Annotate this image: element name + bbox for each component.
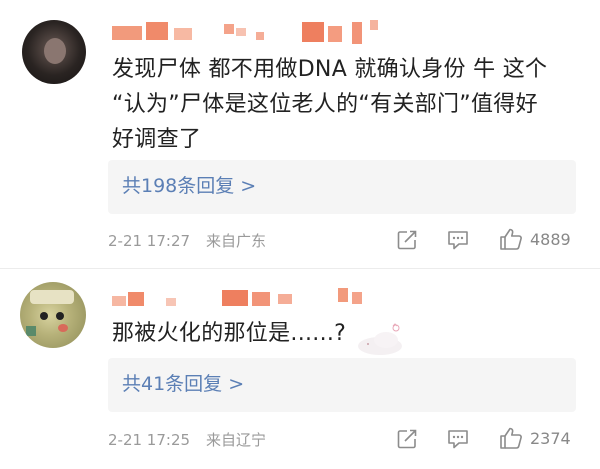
comment-time: 2-21 17:25 (108, 431, 191, 449)
share-icon[interactable] (396, 428, 418, 450)
comment-text: 发现尸体 都不用做DNA 就确认身份 牛 这个 “认为”尸体是这位老人的“有关部… (112, 52, 547, 157)
divider (0, 268, 600, 269)
thumbs-up-icon[interactable] (498, 425, 524, 451)
reply-summary-box[interactable]: 共41条回复 > (108, 358, 576, 412)
comment-time: 2-21 17:27 (108, 232, 191, 250)
view-replies-link[interactable]: 共198条回复 > (122, 172, 256, 200)
username-blurred[interactable] (112, 18, 402, 48)
thumbs-up-icon[interactable] (498, 226, 524, 252)
comment-line: 发现尸体 都不用做DNA 就确认身份 牛 这个 (112, 57, 548, 82)
comment-location: 来自广东 (206, 232, 267, 250)
reply-summary-box[interactable]: 共198条回复 > (108, 160, 576, 214)
comment-line: “认为”尸体是这位老人的“有关部门”值得好 (112, 92, 538, 117)
comment-item: 发现尸体 都不用做DNA 就确认身份 牛 这个 “认为”尸体是这位老人的“有关部… (0, 0, 600, 262)
avatar[interactable] (22, 20, 86, 84)
like-count: 2374 (530, 429, 571, 448)
comment-icon[interactable] (446, 428, 470, 450)
sticker-decoration (358, 323, 402, 355)
avatar[interactable] (20, 282, 86, 348)
comment-line: 好调查了 (112, 127, 202, 152)
comment-icon[interactable] (446, 229, 470, 251)
comment-item: 那被火化的那位是......? 共41条回复 > 2-21 17:25 来自辽宁… (0, 270, 600, 469)
username-blurred[interactable] (112, 286, 372, 314)
comment-location: 来自辽宁 (206, 431, 267, 449)
view-replies-link[interactable]: 共41条回复 > (122, 370, 244, 398)
comment-line: 那被火化的那位是......? (112, 321, 347, 346)
comment-text: 那被火化的那位是......? (112, 316, 346, 351)
share-icon[interactable] (396, 229, 418, 251)
like-count: 4889 (530, 230, 571, 249)
